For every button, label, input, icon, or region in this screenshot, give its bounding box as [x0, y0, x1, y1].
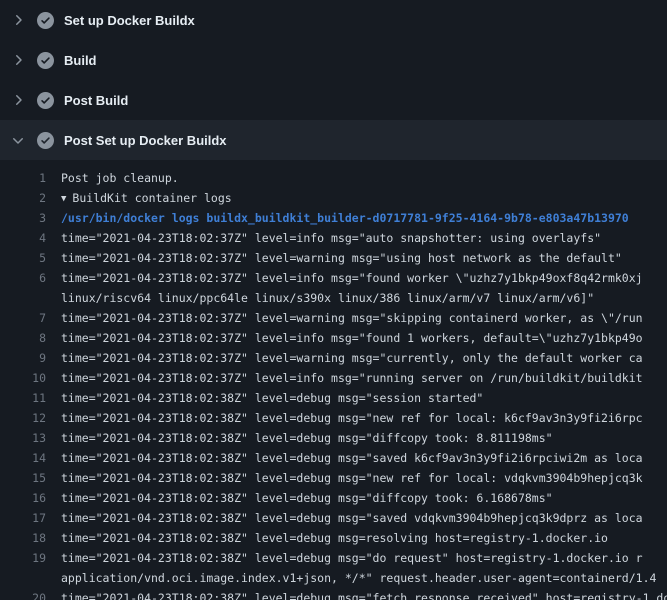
log-text: time="2021-04-23T18:02:37Z" level=warnin…: [61, 348, 643, 368]
log-group-collapse-icon[interactable]: ▼: [61, 189, 66, 208]
log-text: time="2021-04-23T18:02:38Z" level=debug …: [61, 548, 643, 568]
line-number: 11: [0, 388, 46, 408]
log-group-title: BuildKit container logs: [72, 191, 231, 205]
log-container[interactable]: 1 Post job cleanup. 2 ▼ BuildKit containe…: [0, 160, 667, 600]
line-number: 2: [0, 188, 46, 208]
log-command-line: 3 /usr/bin/docker logs buildx_buildkit_b…: [0, 208, 667, 228]
log-text: linux/riscv64 linux/ppc64le linux/s390x …: [61, 288, 594, 308]
line-number: 7: [0, 308, 46, 328]
step-title: Post Build: [64, 93, 128, 108]
log-line: 19 time="2021-04-23T18:02:38Z" level=deb…: [0, 548, 667, 568]
log-line: 17 time="2021-04-23T18:02:38Z" level=deb…: [0, 508, 667, 528]
log-text: time="2021-04-23T18:02:37Z" level=info m…: [61, 328, 643, 348]
step-title: Post Set up Docker Buildx: [64, 133, 227, 148]
log-line: 5 time="2021-04-23T18:02:37Z" level=warn…: [0, 248, 667, 268]
log-line: 8 time="2021-04-23T18:02:37Z" level=info…: [0, 328, 667, 348]
line-number: [0, 568, 46, 588]
chevron-right-icon[interactable]: [10, 92, 26, 108]
line-number: 3: [0, 208, 46, 228]
log-text: time="2021-04-23T18:02:38Z" level=debug …: [61, 508, 643, 528]
log-line: 11 time="2021-04-23T18:02:38Z" level=deb…: [0, 388, 667, 408]
log-text: time="2021-04-23T18:02:38Z" level=debug …: [61, 428, 553, 448]
check-circle-icon: [37, 132, 54, 149]
log-text: time="2021-04-23T18:02:37Z" level=info m…: [61, 228, 601, 248]
log-text: time="2021-04-23T18:02:37Z" level=info m…: [61, 268, 643, 288]
chevron-down-icon[interactable]: [10, 132, 26, 148]
log-text: time="2021-04-23T18:02:38Z" level=debug …: [61, 528, 608, 548]
log-text: time="2021-04-23T18:02:37Z" level=info m…: [61, 368, 643, 388]
log-text: time="2021-04-23T18:02:38Z" level=debug …: [61, 408, 643, 428]
log-text: /usr/bin/docker logs buildx_buildkit_bui…: [61, 208, 629, 228]
step-header-build[interactable]: Build: [0, 40, 667, 80]
log-text: time="2021-04-23T18:02:38Z" level=debug …: [61, 388, 483, 408]
log-line: 13 time="2021-04-23T18:02:38Z" level=deb…: [0, 428, 667, 448]
log-group-header[interactable]: 2 ▼ BuildKit container logs: [0, 188, 667, 208]
log-text: time="2021-04-23T18:02:37Z" level=warnin…: [61, 248, 622, 268]
step-header-post-set-up-docker-buildx[interactable]: Post Set up Docker Buildx: [0, 120, 667, 160]
line-number: 1: [0, 168, 46, 188]
line-number: 19: [0, 548, 46, 568]
log-line: 18 time="2021-04-23T18:02:38Z" level=deb…: [0, 528, 667, 548]
log-line: 15 time="2021-04-23T18:02:38Z" level=deb…: [0, 468, 667, 488]
step-list: Set up Docker Buildx Build Post Build: [0, 0, 667, 160]
line-number: 6: [0, 268, 46, 288]
line-number: 5: [0, 248, 46, 268]
line-number: 9: [0, 348, 46, 368]
log-text: ▼ BuildKit container logs: [61, 188, 232, 208]
log-line-continuation: linux/riscv64 linux/ppc64le linux/s390x …: [0, 288, 667, 308]
line-number: 12: [0, 408, 46, 428]
line-number: 17: [0, 508, 46, 528]
log-text: time="2021-04-23T18:02:38Z" level=debug …: [61, 468, 643, 488]
log-line: 12 time="2021-04-23T18:02:38Z" level=deb…: [0, 408, 667, 428]
actions-log-viewer: Set up Docker Buildx Build Post Build: [0, 0, 667, 600]
step-header-set-up-docker-buildx[interactable]: Set up Docker Buildx: [0, 0, 667, 40]
line-number: [0, 288, 46, 308]
log-line: 7 time="2021-04-23T18:02:37Z" level=warn…: [0, 308, 667, 328]
line-number: 18: [0, 528, 46, 548]
log-line: 9 time="2021-04-23T18:02:37Z" level=warn…: [0, 348, 667, 368]
line-number: 10: [0, 368, 46, 388]
log-line: 4 time="2021-04-23T18:02:37Z" level=info…: [0, 228, 667, 248]
log-text: time="2021-04-23T18:02:38Z" level=debug …: [61, 448, 643, 468]
check-circle-icon: [37, 52, 54, 69]
step-title: Build: [64, 53, 97, 68]
log-line: 10 time="2021-04-23T18:02:37Z" level=inf…: [0, 368, 667, 388]
log-line: 14 time="2021-04-23T18:02:38Z" level=deb…: [0, 448, 667, 468]
log-text: Post job cleanup.: [61, 168, 179, 188]
log-line: 6 time="2021-04-23T18:02:37Z" level=info…: [0, 268, 667, 288]
log-text: time="2021-04-23T18:02:38Z" level=debug …: [61, 588, 667, 600]
step-title: Set up Docker Buildx: [64, 13, 195, 28]
step-header-post-build[interactable]: Post Build: [0, 80, 667, 120]
line-number: 15: [0, 468, 46, 488]
log-text: time="2021-04-23T18:02:37Z" level=warnin…: [61, 308, 643, 328]
chevron-right-icon[interactable]: [10, 52, 26, 68]
log-line: 20 time="2021-04-23T18:02:38Z" level=deb…: [0, 588, 667, 600]
line-number: 14: [0, 448, 46, 468]
line-number: 4: [0, 228, 46, 248]
log-text: time="2021-04-23T18:02:38Z" level=debug …: [61, 488, 553, 508]
line-number: 8: [0, 328, 46, 348]
log-line: 16 time="2021-04-23T18:02:38Z" level=deb…: [0, 488, 667, 508]
log-line-continuation: application/vnd.oci.image.index.v1+json,…: [0, 568, 667, 588]
log-text: application/vnd.oci.image.index.v1+json,…: [61, 568, 656, 588]
line-number: 13: [0, 428, 46, 448]
chevron-right-icon[interactable]: [10, 12, 26, 28]
line-number: 16: [0, 488, 46, 508]
check-circle-icon: [37, 92, 54, 109]
log-line: 1 Post job cleanup.: [0, 168, 667, 188]
check-circle-icon: [37, 12, 54, 29]
line-number: 20: [0, 588, 46, 600]
